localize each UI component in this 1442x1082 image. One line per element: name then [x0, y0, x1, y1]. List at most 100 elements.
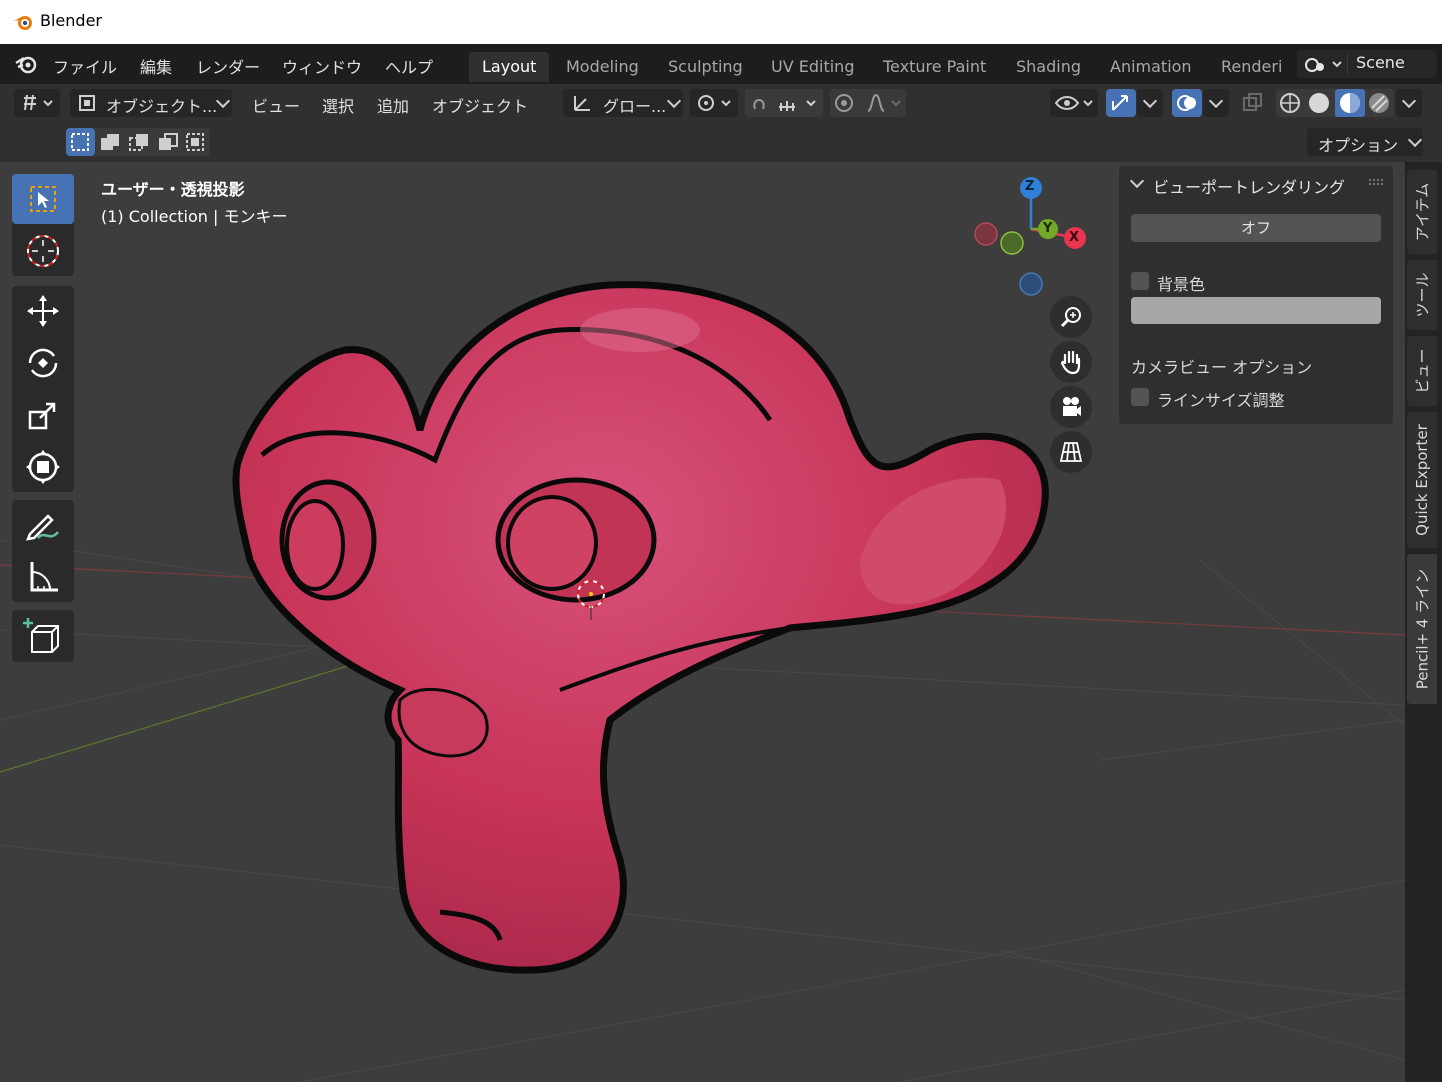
tab-shading[interactable]: Shading [1003, 52, 1094, 82]
selection-mode-group[interactable] [66, 128, 210, 156]
tool-select-box[interactable] [12, 174, 74, 224]
shading-dropdown[interactable] [1396, 89, 1422, 117]
gizmo-dropdown[interactable] [1137, 89, 1163, 117]
menu-window[interactable]: ウィンドウ [282, 54, 362, 78]
blender-logo-icon [14, 16, 32, 30]
select-extend-icon[interactable] [99, 132, 121, 152]
select-new-button[interactable] [66, 128, 95, 156]
xray-icon[interactable] [1242, 93, 1264, 113]
mode-dropdown[interactable]: オブジェクト... [70, 89, 232, 117]
tool-transform[interactable] [12, 442, 74, 492]
shading-mode-group[interactable] [1276, 89, 1394, 117]
menu-add[interactable]: 追加 [377, 93, 409, 117]
snap-icon [753, 99, 816, 111]
drag-handle-icon[interactable] [1368, 178, 1384, 186]
tab-texture-paint[interactable]: Texture Paint [870, 52, 999, 82]
move-icon [27, 295, 59, 327]
bg-color-label: 背景色 [1157, 275, 1206, 294]
tab-uv-editing[interactable]: UV Editing [758, 52, 867, 82]
tool-rotate[interactable] [12, 338, 74, 388]
tool-scale[interactable] [12, 390, 74, 440]
toolbar-transform-group [12, 286, 74, 492]
options-label: オプション [1318, 136, 1399, 155]
tab-sculpting[interactable]: Sculpting [655, 52, 756, 82]
toolbar-add-group [12, 610, 74, 662]
menu-object[interactable]: オブジェクト [432, 93, 528, 117]
menu-render[interactable]: レンダー [196, 54, 260, 78]
menu-help[interactable]: ヘルプ [385, 54, 433, 78]
blender-menu-icon[interactable] [14, 53, 38, 75]
menu-select[interactable]: 選択 [322, 93, 354, 117]
proportional-icon [835, 93, 901, 112]
bg-color-checkbox[interactable] [1131, 272, 1149, 290]
chevron-down-icon [1142, 93, 1158, 109]
cursor-icon [27, 235, 59, 267]
tool-measure[interactable] [12, 552, 74, 602]
object-info: (1) Collection | モンキー [101, 207, 288, 226]
collapse-chevron-icon[interactable] [1129, 173, 1145, 189]
annotate-icon [26, 514, 59, 541]
tab-item-label: アイテム [1413, 182, 1432, 242]
zoom-icon [1060, 307, 1081, 328]
camera-view-button[interactable] [1050, 386, 1092, 428]
zoom-button[interactable] [1050, 296, 1092, 338]
solid-shading-icon[interactable] [1308, 92, 1330, 114]
line-size-checkbox[interactable] [1131, 388, 1149, 406]
visibility-dropdown[interactable] [1050, 89, 1098, 117]
sidebar-tabs: アイテム ツール ビュー Quick Exporter Pencil+ 4 ライ… [1405, 162, 1442, 1082]
tool-settings-header: オプション [0, 122, 1442, 162]
transform-orientation-dropdown[interactable]: グロー... [563, 89, 683, 117]
tab-quick-exporter-label: Quick Exporter [1413, 424, 1431, 536]
proportional-editing-group[interactable] [830, 89, 906, 117]
toolbar-select-group [12, 174, 74, 276]
tool-annotate[interactable] [12, 500, 74, 550]
tab-animation[interactable]: Animation [1097, 52, 1205, 82]
pan-button[interactable] [1050, 341, 1092, 383]
bg-color-swatch[interactable] [1131, 297, 1381, 324]
select-invert-icon[interactable] [157, 132, 179, 152]
render-off-button[interactable]: オフ [1131, 214, 1381, 242]
panel-title[interactable]: ビューポートレンダリング [1153, 174, 1345, 198]
menu-view[interactable]: ビュー [252, 93, 300, 117]
viewport-header: オブジェクト... ビュー 選択 追加 オブジェクト グロー... [0, 84, 1442, 122]
rendered-shading-icon[interactable] [1368, 92, 1390, 114]
tab-tool[interactable]: ツール [1407, 260, 1437, 330]
tab-modeling[interactable]: Modeling [553, 52, 652, 82]
tab-quick-exporter[interactable]: Quick Exporter [1407, 412, 1437, 548]
overlay-toggle-button[interactable] [1172, 89, 1202, 117]
pivot-dropdown[interactable] [690, 89, 738, 117]
menu-edit[interactable]: 編集 [140, 54, 172, 78]
tab-pencil-line[interactable]: Pencil+ 4 ライン [1407, 554, 1437, 704]
gizmo-toggle-button[interactable] [1106, 89, 1136, 117]
scene-selector[interactable]: Scene [1297, 50, 1437, 78]
gizmo-y-label[interactable]: Y [1043, 221, 1052, 236]
editor-type-button[interactable] [14, 89, 60, 117]
select-subtract-icon[interactable] [128, 132, 150, 152]
tab-layout[interactable]: Layout [469, 52, 550, 82]
tool-cursor[interactable] [12, 226, 74, 276]
wireframe-shading-icon[interactable] [1280, 92, 1300, 114]
scale-icon [28, 402, 56, 430]
snap-group[interactable] [745, 89, 823, 117]
mode-label: オブジェクト... [106, 97, 218, 116]
tab-tool-label: ツール [1413, 272, 1432, 318]
material-preview-shading-button[interactable] [1335, 89, 1365, 117]
orientation-label: グロー... [603, 97, 667, 116]
grid-icon [1059, 442, 1083, 462]
viewport-rendering-panel: ビューポートレンダリング オフ 背景色 カメラビュー オプション ラインサイズ調… [1119, 166, 1393, 424]
overlay-dropdown[interactable] [1203, 89, 1229, 117]
gizmo-x-label[interactable]: X [1069, 230, 1079, 245]
tool-move[interactable] [12, 286, 74, 336]
tab-rendering[interactable]: Renderi [1208, 52, 1298, 82]
perspective-toggle-button[interactable] [1050, 431, 1092, 473]
tab-item[interactable]: アイテム [1407, 170, 1437, 254]
tool-add-cube[interactable] [12, 610, 74, 660]
overlay-icon [1177, 95, 1196, 111]
options-dropdown[interactable]: オプション [1307, 128, 1423, 156]
toolbar-annotate-group [12, 500, 74, 602]
select-intersect-icon[interactable] [185, 132, 207, 152]
menu-file[interactable]: ファイル [53, 54, 117, 78]
top-menu-bar: ファイル 編集 レンダー ウィンドウ ヘルプ Layout Modeling S… [0, 44, 1442, 84]
tab-view[interactable]: ビュー [1407, 336, 1437, 406]
gizmo-z-label[interactable]: Z [1025, 179, 1034, 194]
